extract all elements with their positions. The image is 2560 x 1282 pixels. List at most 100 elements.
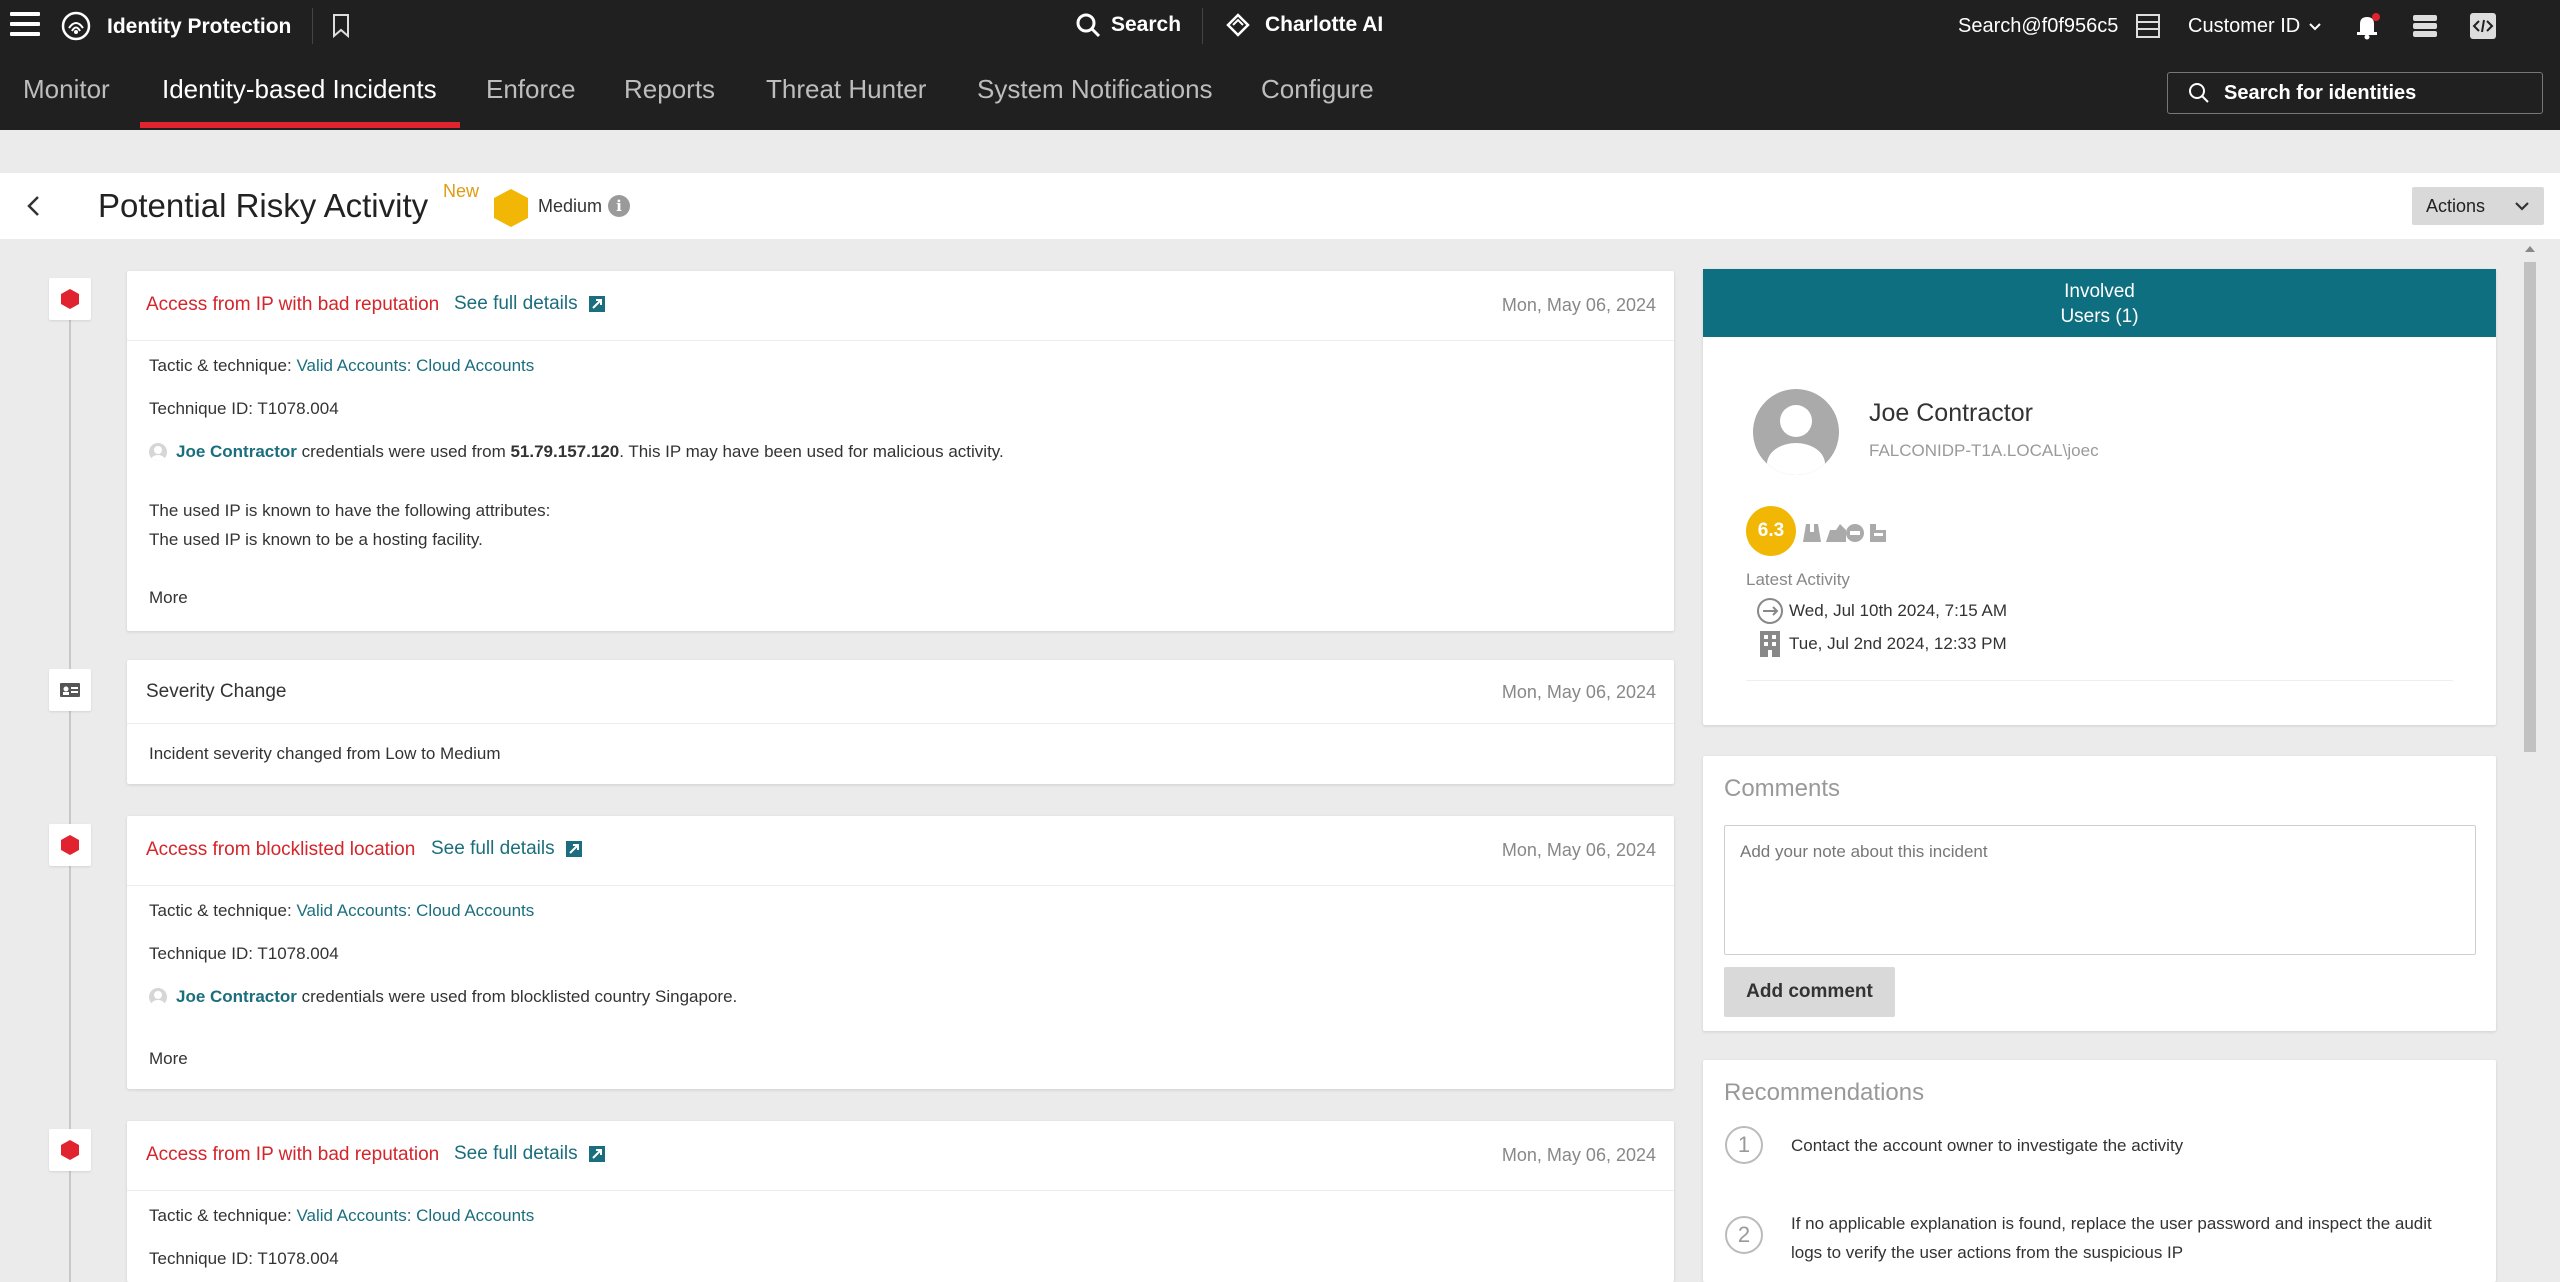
- cid-search-text[interactable]: Search@f0f956c5: [1958, 15, 2118, 38]
- description-line: Joe Contractor credentials were used fro…: [149, 987, 737, 1007]
- latest-activity-label: Latest Activity: [1746, 570, 1850, 589]
- top-bar: Identity Protection Search Charlotte AI …: [0, 0, 2560, 52]
- page-title: Potential Risky Activity: [98, 187, 429, 224]
- user-name[interactable]: Joe Contractor: [1869, 399, 2033, 428]
- risk-factor-icons: [1803, 524, 1886, 542]
- active-tab-indicator: [140, 122, 460, 128]
- tactic-line: Tactic & technique: Valid Accounts: Clou…: [149, 356, 534, 376]
- charlotte-ai-icon: [1226, 13, 1250, 37]
- tab-enforce[interactable]: Enforce: [486, 74, 576, 105]
- back-arrow-icon[interactable]: [22, 193, 46, 219]
- scrollbar[interactable]: [2522, 240, 2538, 1282]
- timeline-node-alert: [49, 824, 91, 866]
- involved-header-line1: Involved: [2064, 281, 2135, 302]
- external-link-icon: [565, 841, 582, 857]
- table-icon[interactable]: [2134, 12, 2164, 40]
- recommendation-number: 2: [1725, 1216, 1763, 1254]
- event-title: Access from IP with bad reputation: [146, 1144, 440, 1165]
- bookmark-icon[interactable]: [330, 13, 352, 39]
- tactic-link[interactable]: Valid Accounts: Cloud Accounts: [296, 1206, 534, 1226]
- more-link[interactable]: More: [149, 588, 188, 608]
- recommendations-title: Recommendations: [1724, 1079, 1925, 1106]
- identity-search-input[interactable]: Search for identities: [2167, 72, 2543, 114]
- alert-hexagon-icon: [61, 835, 79, 855]
- user-icon: [149, 443, 167, 461]
- divider: [1746, 680, 2453, 681]
- charlotte-label: Charlotte AI: [1265, 13, 1384, 36]
- details-label: See full details: [431, 838, 555, 859]
- event-date: Mon, May 06, 2024: [1501, 840, 1656, 860]
- see-full-details-link[interactable]: See full details: [454, 1143, 606, 1165]
- tab-threat-hunter[interactable]: Threat Hunter: [766, 74, 926, 105]
- scrollbar-thumb[interactable]: [2524, 262, 2536, 752]
- attribute-line-2: The used IP is known to be a hosting fac…: [149, 530, 483, 549]
- add-comment-button[interactable]: Add comment: [1724, 967, 1895, 1017]
- risk-score-badge: 6.3: [1746, 506, 1796, 556]
- tactic-label: Tactic & technique:: [149, 1206, 292, 1225]
- tab-monitor[interactable]: Monitor: [23, 74, 110, 105]
- global-search-button[interactable]: Search: [1075, 12, 1181, 38]
- search-icon: [2189, 83, 2209, 103]
- alert-hexagon-icon: [61, 289, 79, 309]
- activity-date-1: Wed, Jul 10th 2024, 7:15 AM: [1789, 601, 2007, 620]
- event-card: Access from IP with bad reputation See f…: [127, 1121, 1674, 1282]
- tab-identity-based-incidents[interactable]: Identity-based Incidents: [162, 74, 437, 105]
- details-label: See full details: [454, 293, 578, 314]
- tab-reports[interactable]: Reports: [624, 74, 715, 105]
- info-icon[interactable]: i: [608, 195, 630, 217]
- tactic-label: Tactic & technique:: [149, 901, 292, 920]
- new-badge: New: [443, 181, 480, 201]
- see-full-details-link[interactable]: See full details: [431, 838, 583, 860]
- event-card-header: Severity Change Mon, May 06, 2024: [127, 660, 1674, 724]
- involved-header-line2: Users (1): [2060, 306, 2139, 327]
- see-full-details-link[interactable]: See full details: [454, 293, 606, 315]
- activity-icon[interactable]: [2410, 12, 2440, 40]
- search-icon: [1076, 13, 1101, 38]
- timeline-node-alert: [49, 278, 91, 320]
- tab-system-notifications[interactable]: System Notifications: [977, 74, 1213, 105]
- comment-textarea[interactable]: Add your note about this incident: [1724, 825, 2476, 955]
- details-label: See full details: [454, 1143, 578, 1164]
- severity-change-text: Incident severity changed from Low to Me…: [149, 744, 501, 763]
- scroll-up-icon[interactable]: [2524, 244, 2536, 254]
- involved-users-panel: Involved Users (1) Joe Contractor FALCON…: [1703, 269, 2496, 725]
- more-link[interactable]: More: [149, 1049, 188, 1069]
- desc-pre: credentials were used from: [296, 442, 511, 461]
- recommendation-text: If no applicable explanation is found, r…: [1791, 1214, 2432, 1233]
- building-icon: [1760, 631, 1780, 657]
- bell-icon[interactable]: [2352, 12, 2382, 40]
- attribute-line-1: The used IP is known to have the followi…: [149, 501, 551, 520]
- event-title: Access from blocklisted location: [146, 839, 416, 860]
- recommendation-text: Contact the account owner to investigate…: [1791, 1136, 2184, 1155]
- alert-hexagon-icon: [61, 1140, 79, 1160]
- sync-icon: [1757, 598, 1783, 624]
- chevron-down-icon: [2309, 22, 2321, 30]
- severity-label: Medium: [538, 196, 603, 216]
- tactic-link[interactable]: Valid Accounts: Cloud Accounts: [296, 901, 534, 921]
- user-account: FALCONIDP-T1A.LOCAL\joec: [1869, 441, 2099, 460]
- comments-title: Comments: [1724, 775, 1841, 802]
- actions-dropdown[interactable]: Actions: [2412, 187, 2544, 225]
- user-link[interactable]: Joe Contractor: [176, 987, 297, 1007]
- technique-id: Technique ID: T1078.004: [149, 399, 339, 418]
- desc-post: . This IP may have been used for malicio…: [619, 442, 1004, 461]
- search-label: Search: [1111, 13, 1182, 36]
- app-title: Identity Protection: [107, 15, 292, 38]
- menu-icon[interactable]: [10, 12, 40, 40]
- event-card-header: Access from blocklisted location See ful…: [127, 816, 1674, 886]
- recommendations-panel: Recommendations 1 Contact the account ow…: [1703, 1060, 2496, 1282]
- id-card-icon: [60, 683, 80, 697]
- charlotte-ai-button[interactable]: Charlotte AI: [1225, 12, 1383, 38]
- external-link-icon: [588, 296, 605, 312]
- user-link[interactable]: Joe Contractor: [176, 442, 297, 462]
- tactic-link[interactable]: Valid Accounts: Cloud Accounts: [296, 356, 534, 376]
- customer-id-dropdown[interactable]: Customer ID: [2188, 15, 2322, 38]
- event-date: Mon, May 06, 2024: [1501, 1145, 1656, 1165]
- ip-address: 51.79.157.120: [510, 442, 620, 461]
- description-line: Joe Contractor credentials were used fro…: [149, 442, 1004, 462]
- code-icon[interactable]: [2468, 12, 2498, 40]
- incident-header: Potential Risky Activity New Medium i Ac…: [0, 173, 2560, 239]
- divider: [312, 8, 313, 44]
- event-date: Mon, May 06, 2024: [1501, 682, 1656, 702]
- tab-configure[interactable]: Configure: [1261, 74, 1374, 105]
